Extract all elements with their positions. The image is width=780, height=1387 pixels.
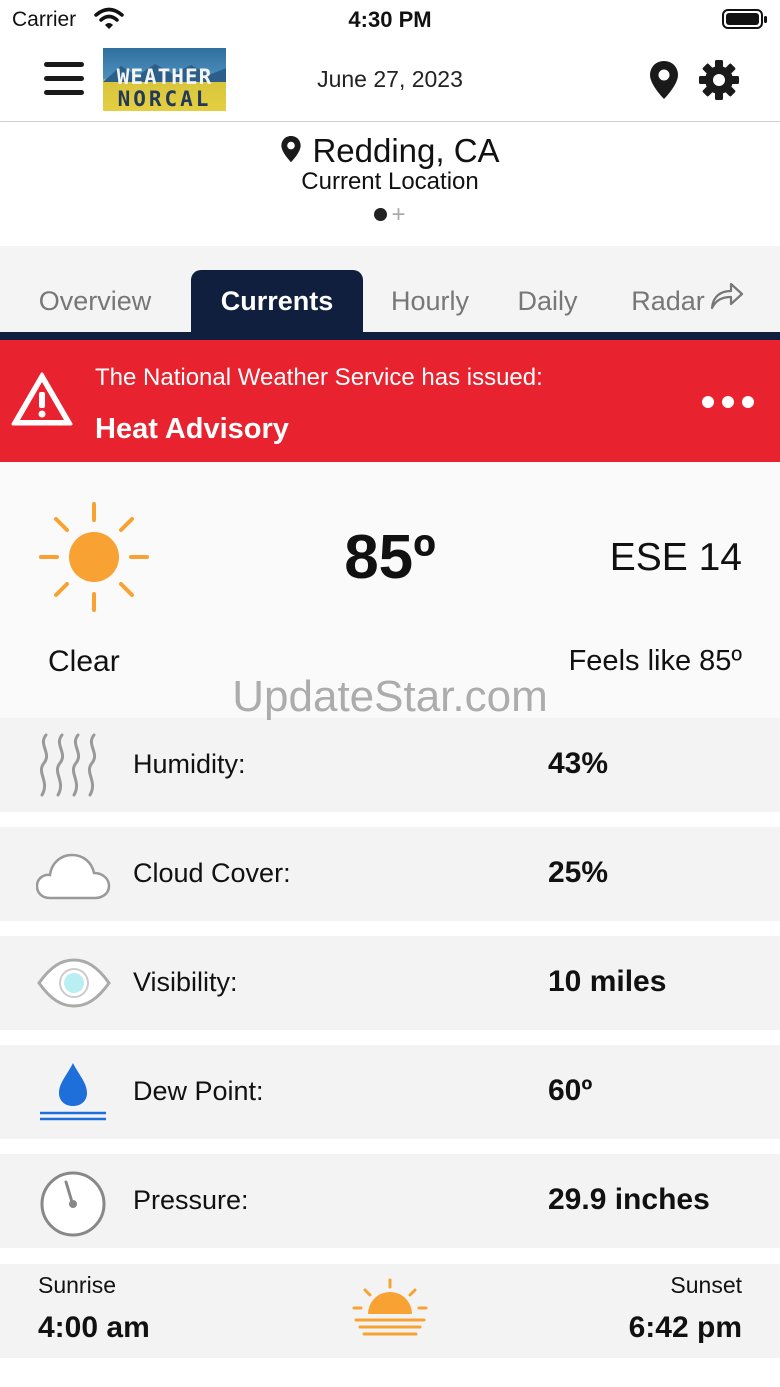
detail-label: Cloud Cover: bbox=[133, 858, 291, 888]
tab-currents[interactable]: Currents bbox=[191, 270, 363, 332]
cloud-icon bbox=[35, 841, 112, 907]
current-temperature: 85º bbox=[344, 523, 436, 592]
tab-underline bbox=[0, 332, 780, 340]
pressure-gauge-icon bbox=[36, 1168, 112, 1237]
sunrise-sunset-row: Sunrise 4:00 am Sunset 6:42 pm bbox=[0, 1264, 780, 1358]
location-pin-icon[interactable] bbox=[648, 60, 680, 105]
menu-icon[interactable] bbox=[44, 62, 84, 98]
page-dot-active[interactable] bbox=[374, 208, 388, 222]
detail-row-visibility: Visibility: 10 miles bbox=[0, 936, 780, 1030]
detail-value: 29.9 inches bbox=[548, 1183, 710, 1216]
logo-text-norcal: NORCAL bbox=[117, 87, 212, 111]
warning-triangle-icon bbox=[10, 370, 74, 433]
watermark: UpdateStar.com bbox=[232, 672, 548, 721]
tab-overview[interactable]: Overview bbox=[20, 270, 170, 332]
detail-row-pressure: Pressure: 29.9 inches bbox=[0, 1154, 780, 1248]
location-header: Redding, CA Current Location + bbox=[0, 122, 780, 246]
battery-icon bbox=[722, 8, 768, 35]
add-location-button[interactable]: + bbox=[391, 203, 405, 227]
tab-hourly[interactable]: Hourly bbox=[380, 270, 480, 332]
eye-icon bbox=[36, 950, 112, 1016]
detail-label: Humidity: bbox=[133, 749, 246, 779]
alert-issuer-text: The National Weather Service has issued: bbox=[95, 364, 543, 391]
sunset-time: 6:42 pm bbox=[628, 1311, 742, 1344]
detail-label: Pressure: bbox=[133, 1185, 249, 1215]
page-indicator[interactable]: + bbox=[0, 203, 780, 227]
detail-value: 60º bbox=[548, 1074, 593, 1107]
header-date: June 27, 2023 bbox=[317, 66, 463, 92]
tab-radar[interactable]: Radar bbox=[618, 270, 758, 332]
logo-text-weather: WEATHER bbox=[116, 65, 213, 89]
detail-value: 10 miles bbox=[548, 965, 667, 998]
alert-title: Heat Advisory bbox=[95, 413, 289, 445]
location-city: Redding, CA bbox=[312, 132, 500, 169]
dew-drop-icon bbox=[36, 1059, 112, 1125]
tab-daily[interactable]: Daily bbox=[505, 270, 590, 332]
detail-row-dew-point: Dew Point: 60º bbox=[0, 1045, 780, 1139]
detail-row-cloud-cover: Cloud Cover: 25% bbox=[0, 827, 780, 921]
sun-icon bbox=[37, 500, 151, 619]
location-title[interactable]: Redding, CA bbox=[0, 132, 780, 170]
detail-label: Dew Point: bbox=[133, 1076, 264, 1106]
sunrise-time: 4:00 am bbox=[38, 1311, 150, 1344]
status-bar: Carrier 4:30 PM bbox=[0, 0, 780, 40]
gear-icon[interactable] bbox=[698, 59, 740, 106]
app-header: WEATHER NORCAL June 27, 2023 bbox=[0, 40, 780, 122]
detail-value: 43% bbox=[548, 747, 609, 780]
tab-radar-label: Radar bbox=[631, 286, 705, 316]
heat-advisory-alert[interactable]: The National Weather Service has issued:… bbox=[0, 340, 780, 462]
detail-value: 25% bbox=[548, 856, 609, 889]
sunset-label: Sunset bbox=[670, 1272, 742, 1298]
sunrise-label: Sunrise bbox=[38, 1272, 116, 1298]
sunset-icon bbox=[350, 1276, 430, 1347]
humidity-icon bbox=[36, 732, 112, 798]
detail-label: Visibility: bbox=[133, 967, 238, 997]
more-options-icon[interactable] bbox=[698, 394, 758, 415]
weather-norcal-logo: WEATHER NORCAL bbox=[103, 48, 226, 111]
detail-row-humidity: Humidity: 43% bbox=[0, 718, 780, 812]
location-subtitle: Current Location bbox=[301, 168, 479, 195]
location-pin-icon bbox=[280, 135, 302, 168]
share-arrow-icon bbox=[709, 272, 745, 334]
wind-reading: ESE 14 bbox=[609, 536, 742, 579]
tab-bar: Overview Currents Hourly Daily Radar bbox=[0, 246, 780, 340]
clock: 4:30 PM bbox=[348, 7, 432, 32]
